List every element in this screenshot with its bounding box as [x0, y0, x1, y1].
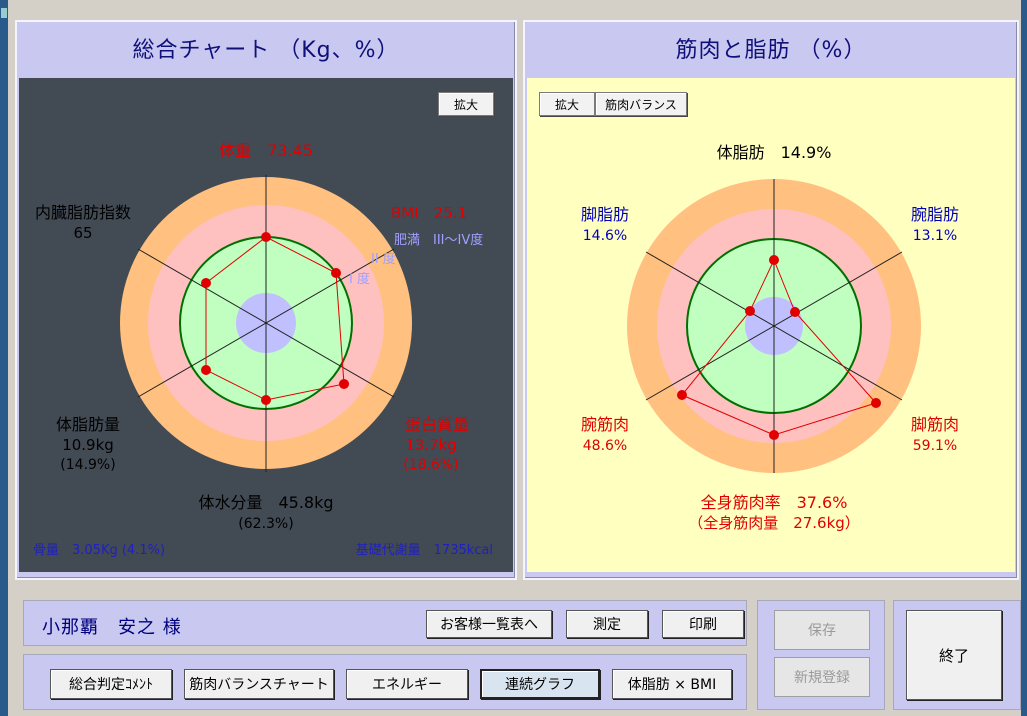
- fat-mass-value: 10.9kg: [62, 436, 114, 454]
- muscle-fat-chart-area: 体脂肪 14.9% 脚脂肪 14.6% 腕脂肪 13.1% 腕筋肉 48.6% …: [527, 78, 1015, 572]
- window-right-edge: [1021, 0, 1027, 716]
- fat-bmi-button[interactable]: 体脂肪 × BMI: [612, 669, 732, 699]
- muscle-balance-chart-button[interactable]: 筋肉バランスチャート: [184, 669, 334, 699]
- energy-button[interactable]: エネルギー: [346, 669, 468, 699]
- point-weight: [261, 232, 271, 242]
- overall-radar-chart: 体重 73.45 BMI 25.1 肥満 III～IV度 II 度 I 度 内臓…: [33, 141, 493, 558]
- overall-comment-button[interactable]: 総合判定ｺﾒﾝﾄ: [50, 669, 172, 699]
- obesity-level-1: I 度: [349, 271, 370, 287]
- point-leg-fat: [745, 306, 755, 316]
- customer-bar: 小那覇 安之 様 お客様一覧表へ 測定 印刷: [23, 600, 747, 646]
- bone-label: 骨量 3.05Kg (4.1%): [33, 543, 165, 558]
- point-water: [261, 395, 271, 405]
- save-button[interactable]: 保存: [774, 610, 870, 650]
- bmi-label: BMI 25.1: [391, 204, 467, 222]
- leg-muscle-label: 脚筋肉: [911, 415, 959, 434]
- exit-button[interactable]: 終了: [906, 610, 1002, 700]
- total-muscle-rate: 全身筋肉率 37.6%: [701, 493, 848, 512]
- muscle-balance-button[interactable]: 筋肉バランス: [595, 92, 687, 116]
- bmr-label: 基礎代謝量 1735kcal: [356, 543, 493, 558]
- protein-pct: (18.6%): [403, 457, 458, 473]
- point-protein: [339, 379, 349, 389]
- arm-fat-label: 腕脂肪: [911, 205, 959, 224]
- arm-fat-value: 13.1%: [913, 228, 957, 244]
- protein-label: 蛋白質量: [405, 415, 469, 434]
- obesity-level-2: II 度: [371, 251, 396, 267]
- leg-fat-label: 脚脂肪: [581, 205, 629, 224]
- point-total-muscle: [769, 430, 779, 440]
- point-leg-muscle: [871, 398, 881, 408]
- point-visceral: [201, 278, 211, 288]
- save-group: 保存 新規登録: [757, 600, 885, 710]
- exit-group: 終了: [893, 600, 1021, 710]
- obesity-level-3: 肥満 III～IV度: [394, 232, 483, 248]
- protein-value: 13.7kg: [405, 436, 457, 454]
- expand-button-left[interactable]: 拡大: [438, 92, 494, 116]
- point-bmi: [331, 268, 341, 278]
- window-left-edge: [0, 0, 8, 716]
- chart-switch-bar: 総合判定ｺﾒﾝﾄ 筋肉バランスチャート エネルギー 連続グラフ 体脂肪 × BM…: [23, 654, 747, 710]
- expand-button-right[interactable]: 拡大: [539, 92, 595, 116]
- continuous-graph-button[interactable]: 連続グラフ: [480, 669, 600, 699]
- customer-list-button[interactable]: お客様一覧表へ: [426, 610, 552, 638]
- total-muscle-mass: （全身筋肉量 27.6kg）: [688, 514, 860, 532]
- weight-label: 体重 73.45: [219, 141, 313, 160]
- point-arm-muscle: [677, 390, 687, 400]
- point-arm-fat: [790, 307, 800, 317]
- arm-muscle-value: 48.6%: [583, 438, 627, 454]
- fat-mass-label: 体脂肪量: [56, 415, 120, 434]
- point-fat-mass: [201, 365, 211, 375]
- body-fat-label: 体脂肪 14.9%: [717, 143, 832, 162]
- overall-chart-panel: 総合チャート （Kg、%） 体重 73.45 BMI 25.1 肥満 III～I…: [15, 20, 517, 580]
- visceral-label: 内臓脂肪指数: [35, 203, 131, 222]
- water-label: 体水分量 45.8kg: [198, 493, 333, 512]
- water-pct: (62.3%): [238, 516, 293, 532]
- leg-fat-value: 14.6%: [583, 228, 627, 244]
- leg-muscle-value: 59.1%: [913, 438, 957, 454]
- window-icon: [1, 8, 7, 18]
- overall-chart-area: 体重 73.45 BMI 25.1 肥満 III～IV度 II 度 I 度 内臓…: [19, 78, 513, 572]
- measure-button[interactable]: 測定: [566, 610, 648, 638]
- point-body-fat: [769, 255, 779, 265]
- new-register-button[interactable]: 新規登録: [774, 657, 870, 697]
- app-window: 総合チャート （Kg、%） 体重 73.45 BMI 25.1 肥満 III～I…: [8, 0, 1021, 716]
- overall-chart-title: 総合チャート （Kg、%）: [132, 38, 400, 63]
- print-button[interactable]: 印刷: [662, 610, 744, 638]
- visceral-value: 65: [73, 224, 92, 242]
- muscle-fat-panel: 筋肉と脂肪 （%） 体脂肪 14.9% 脚脂肪 14.6% 腕脂肪 13.1% …: [523, 20, 1019, 580]
- fat-mass-pct: (14.9%): [60, 457, 115, 473]
- arm-muscle-label: 腕筋肉: [581, 415, 629, 434]
- muscle-fat-title: 筋肉と脂肪 （%）: [675, 38, 867, 63]
- muscle-fat-radar-chart: 体脂肪 14.9% 脚脂肪 14.6% 腕脂肪 13.1% 腕筋肉 48.6% …: [581, 143, 959, 532]
- customer-name: 小那覇 安之 様: [42, 617, 182, 638]
